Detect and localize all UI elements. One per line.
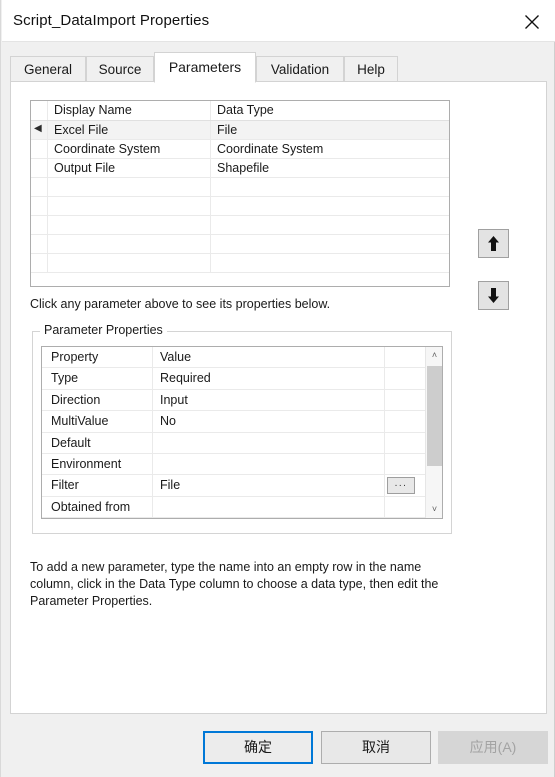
table-row-empty[interactable] <box>31 254 449 273</box>
property-row-environment[interactable]: Environment <box>42 453 426 476</box>
property-row-obtained-from[interactable]: Obtained from <box>42 496 426 518</box>
property-row-default[interactable]: Default <box>42 432 426 454</box>
property-value[interactable]: Required <box>153 368 385 389</box>
row-selected-marker-icon: ◀ <box>34 123 42 134</box>
table-row[interactable]: ◀ Excel File File <box>31 121 449 140</box>
window-title: Script_DataImport Properties <box>13 12 210 29</box>
properties-dialog-window: Script_DataImport Properties General Sou… <box>0 0 555 777</box>
scroll-down-icon[interactable]: ˅ <box>426 501 442 518</box>
cell-display-name[interactable] <box>48 216 211 234</box>
filter-browse-button[interactable]: ... <box>387 477 415 495</box>
cell-display-name[interactable]: Output File <box>48 159 211 177</box>
cell-display-name[interactable]: Coordinate System <box>48 140 211 158</box>
column-header-data-type: Data Type <box>217 103 274 117</box>
row-selector[interactable] <box>31 197 48 215</box>
column-header-extra <box>385 347 426 367</box>
cell-data-type[interactable] <box>211 235 449 253</box>
table-header-row: Display Name Data Type <box>31 101 449 121</box>
tab-help[interactable]: Help <box>344 56 398 82</box>
tab-validation[interactable]: Validation <box>256 56 344 82</box>
hint-add-parameter: To add a new parameter, type the name in… <box>30 560 439 608</box>
row-selector[interactable] <box>31 254 48 272</box>
table-row-empty[interactable] <box>31 178 449 197</box>
property-extra: ... <box>385 475 426 495</box>
property-name: MultiValue <box>42 411 153 432</box>
cell-data-type[interactable] <box>211 254 449 272</box>
close-icon[interactable] <box>509 0 555 41</box>
tab-general[interactable]: General <box>10 56 86 82</box>
property-row-direction[interactable]: Direction Input <box>42 389 426 412</box>
scroll-up-icon[interactable]: ˄ <box>426 347 442 364</box>
property-extra <box>385 497 426 517</box>
cell-data-type[interactable] <box>211 197 449 215</box>
table-row[interactable]: Coordinate System Coordinate System <box>31 140 449 159</box>
cell-display-name[interactable]: Excel File <box>48 121 211 139</box>
parameters-table[interactable]: Display Name Data Type ◀ Excel File File… <box>30 100 450 287</box>
properties-header-row: Property Value <box>42 347 426 369</box>
property-row-type[interactable]: Type Required <box>42 368 426 390</box>
property-row-filter[interactable]: Filter File ... <box>42 475 426 497</box>
cell-display-name[interactable] <box>48 235 211 253</box>
tab-source[interactable]: Source <box>86 56 154 82</box>
title-bar: Script_DataImport Properties <box>2 0 555 42</box>
row-selector[interactable] <box>31 178 48 196</box>
property-name: Filter <box>42 475 153 496</box>
cell-data-type[interactable] <box>211 216 449 234</box>
property-value[interactable] <box>153 496 385 518</box>
parameters-tab-panel: Display Name Data Type ◀ Excel File File… <box>10 81 547 714</box>
cell-data-type[interactable]: Shapefile <box>211 159 449 177</box>
parameter-properties-legend: Parameter Properties <box>40 323 167 337</box>
cell-data-type[interactable]: File <box>211 121 449 139</box>
row-selector[interactable] <box>31 235 48 253</box>
table-row-empty[interactable] <box>31 197 449 216</box>
property-name: Obtained from <box>42 496 153 518</box>
move-parameter-down-button[interactable] <box>478 281 509 310</box>
row-selector[interactable] <box>31 159 48 177</box>
cancel-button[interactable]: 取消 <box>321 731 431 764</box>
hint-click-parameter: Click any parameter above to see its pro… <box>30 297 331 311</box>
table-row[interactable]: Output File Shapefile <box>31 159 449 178</box>
table-row-empty[interactable] <box>31 216 449 235</box>
apply-button[interactable]: 应用(A) <box>438 731 548 764</box>
ok-button[interactable]: 确定 <box>203 731 313 764</box>
property-name: Environment <box>42 453 153 475</box>
properties-vertical-scrollbar[interactable]: ˄ ˅ <box>425 347 442 518</box>
tab-parameters[interactable]: Parameters <box>154 52 256 83</box>
property-value[interactable]: Input <box>153 389 385 411</box>
row-selector-header <box>31 101 48 120</box>
tab-strip: General Source Parameters Validation Hel… <box>10 52 547 83</box>
property-extra <box>385 390 426 410</box>
property-value[interactable] <box>153 453 385 475</box>
property-value[interactable] <box>153 432 385 453</box>
property-extra <box>385 411 426 431</box>
move-parameter-up-button[interactable] <box>478 229 509 258</box>
parameter-properties-table[interactable]: Property Value Type Required Direction I… <box>41 346 443 519</box>
property-row-multivalue[interactable]: MultiValue No <box>42 411 426 433</box>
table-row-empty[interactable] <box>31 235 449 254</box>
cell-data-type[interactable] <box>211 178 449 196</box>
property-name: Direction <box>42 389 153 411</box>
cell-display-name[interactable] <box>48 197 211 215</box>
row-selector[interactable] <box>31 140 48 158</box>
property-extra <box>385 454 426 474</box>
row-selector[interactable] <box>31 216 48 234</box>
cell-display-name[interactable] <box>48 254 211 272</box>
scrollbar-thumb[interactable] <box>427 366 442 466</box>
property-name: Default <box>42 432 153 453</box>
column-header-property: Property <box>42 347 153 368</box>
property-extra <box>385 433 426 453</box>
property-extra <box>385 368 426 388</box>
column-header-value: Value <box>153 347 385 368</box>
property-value[interactable]: No <box>153 411 385 432</box>
property-name: Type <box>42 368 153 389</box>
cell-display-name[interactable] <box>48 178 211 196</box>
property-value[interactable]: File <box>153 475 385 496</box>
column-header-display-name: Display Name <box>48 101 211 120</box>
cell-data-type[interactable]: Coordinate System <box>211 140 449 158</box>
row-selector[interactable]: ◀ <box>31 121 48 139</box>
